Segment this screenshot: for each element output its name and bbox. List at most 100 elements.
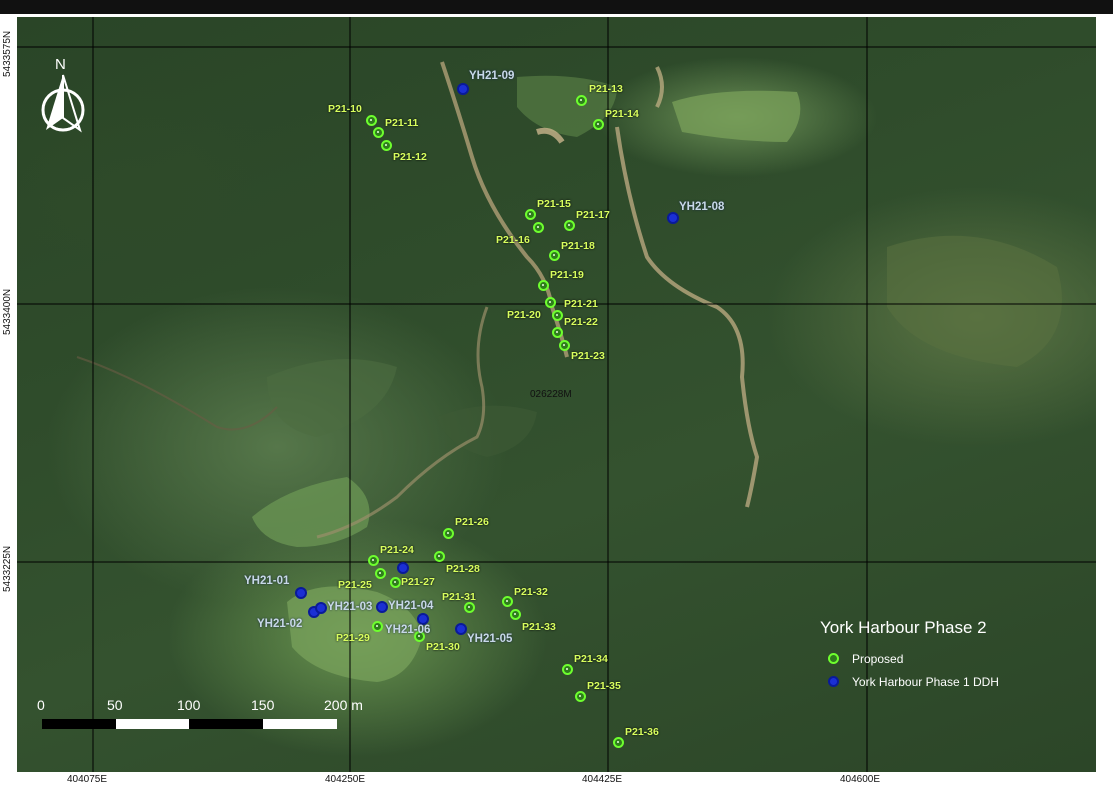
ddh-hole-marker[interactable] (397, 562, 409, 574)
clearing-east (887, 235, 1062, 367)
trail-northeast (655, 66, 664, 108)
proposed-hole-marker[interactable] (562, 664, 573, 675)
clearing-west (252, 477, 370, 547)
scale-tick-label: 50 (107, 697, 123, 713)
proposed-hole-marker[interactable] (559, 340, 570, 351)
ddh-hole-marker[interactable] (376, 601, 388, 613)
proposed-hole-marker[interactable] (552, 310, 563, 321)
proposed-hole-marker[interactable] (525, 209, 536, 220)
proposed-hole-label: P21-33 (522, 621, 556, 633)
proposed-hole-marker[interactable] (552, 327, 563, 338)
proposed-hole-label: P21-23 (571, 350, 605, 362)
proposed-hole-marker[interactable] (538, 280, 549, 291)
proposed-hole-marker[interactable] (564, 220, 575, 231)
proposed-hole-label: P21-35 (587, 680, 621, 692)
x-coord-label: 404425E (582, 774, 623, 785)
trail-west (76, 356, 278, 431)
proposed-hole-marker[interactable] (368, 555, 379, 566)
map-frame: 5433575N 5433400N 5433225N 404075E 40425… (0, 0, 1113, 790)
ddh-hole-marker[interactable] (667, 212, 679, 224)
x-coord-label: 404600E (840, 774, 881, 785)
top-border (0, 0, 1113, 14)
x-coord-label: 404250E (325, 774, 366, 785)
proposed-hole-label: P21-29 (336, 632, 370, 644)
trail-east (615, 126, 760, 508)
proposed-hole-label: P21-22 (564, 316, 598, 328)
clearing-northeast (672, 90, 801, 142)
proposed-hole-label: P21-15 (537, 198, 571, 210)
clearing-center (437, 405, 537, 457)
proposed-hole-marker[interactable] (533, 222, 544, 233)
proposed-hole-label: P21-34 (574, 653, 608, 665)
proposed-hole-label: P21-16 (496, 234, 530, 246)
clearing-central-west (267, 359, 397, 437)
proposed-hole-label: P21-19 (550, 269, 584, 281)
scale-tick-label: 200 m (324, 697, 363, 713)
proposed-hole-marker[interactable] (381, 140, 392, 151)
scale-tick-label: 0 (37, 697, 45, 713)
ddh-hole-label: YH21-08 (679, 201, 725, 213)
y-coord-label: 5433575N (2, 30, 13, 77)
legend-item-ddh: York Harbour Phase 1 DDH (820, 670, 999, 693)
proposed-hole-label: P21-26 (455, 516, 489, 528)
ddh-hole-label: YH21-04 (388, 600, 434, 612)
proposed-hole-label: P21-10 (328, 103, 362, 115)
proposed-hole-label: P21-36 (625, 726, 659, 738)
y-coord-label: 5433225N (2, 545, 13, 592)
x-coord-label: 404075E (67, 774, 108, 785)
proposed-hole-marker[interactable] (613, 737, 624, 748)
proposed-hole-marker[interactable] (434, 551, 445, 562)
proposed-hole-marker[interactable] (510, 609, 521, 620)
proposed-hole-marker[interactable] (545, 297, 556, 308)
proposed-hole-label: P21-14 (605, 108, 639, 120)
ddh-hole-marker[interactable] (455, 623, 467, 635)
proposed-hole-marker[interactable] (464, 602, 475, 613)
scale-segment (116, 719, 189, 729)
proposed-hole-label: P21-31 (442, 591, 476, 603)
proposed-hole-marker[interactable] (366, 115, 377, 126)
proposed-hole-label: P21-32 (514, 586, 548, 598)
ddh-hole-label: YH21-02 (257, 618, 303, 630)
proposed-hole-marker[interactable] (443, 528, 454, 539)
claim-label: 026228M (530, 389, 572, 400)
scale-tick-label: 100 (177, 697, 201, 713)
proposed-hole-label: P21-27 (401, 576, 435, 588)
scale-segment (189, 719, 263, 729)
y-coord-label: 5433400N (2, 288, 13, 335)
proposed-hole-label: P21-25 (338, 579, 372, 591)
ddh-hole-marker[interactable] (295, 587, 307, 599)
proposed-hole-marker[interactable] (549, 250, 560, 261)
ddh-hole-marker[interactable] (315, 602, 327, 614)
legend-label: Proposed (852, 651, 904, 666)
scale-segment (42, 719, 116, 729)
proposed-hole-marker[interactable] (372, 621, 383, 632)
proposed-hole-label: P21-11 (385, 117, 419, 129)
proposed-hole-marker[interactable] (575, 691, 586, 702)
legend-item-proposed: Proposed (820, 647, 999, 670)
ddh-hole-label: YH21-03 (327, 601, 373, 613)
proposed-hole-marker[interactable] (373, 127, 384, 138)
ddh-hole-icon (828, 676, 839, 687)
proposed-hole-icon (828, 653, 839, 664)
proposed-hole-label: P21-20 (507, 309, 541, 321)
proposed-hole-label: P21-18 (561, 240, 595, 252)
ddh-hole-label: YH21-09 (469, 70, 515, 82)
proposed-hole-label: P21-17 (576, 209, 610, 221)
proposed-hole-marker[interactable] (390, 577, 401, 588)
proposed-hole-label: P21-28 (446, 563, 480, 575)
ddh-hole-label: YH21-05 (467, 633, 513, 645)
proposed-hole-label: P21-21 (564, 298, 598, 310)
proposed-hole-label: P21-30 (426, 641, 460, 653)
legend-label: York Harbour Phase 1 DDH (852, 674, 999, 689)
proposed-hole-marker[interactable] (593, 119, 604, 130)
proposed-hole-label: P21-13 (589, 83, 623, 95)
proposed-hole-marker[interactable] (576, 95, 587, 106)
proposed-hole-label: P21-12 (393, 151, 427, 163)
proposed-hole-marker[interactable] (502, 596, 513, 607)
proposed-hole-marker[interactable] (375, 568, 386, 579)
legend-title: York Harbour Phase 2 (820, 618, 987, 637)
scale-segment (263, 719, 337, 729)
ddh-hole-marker[interactable] (457, 83, 469, 95)
scale-tick-label: 150 (251, 697, 275, 713)
north-arrow-icon (41, 74, 85, 133)
